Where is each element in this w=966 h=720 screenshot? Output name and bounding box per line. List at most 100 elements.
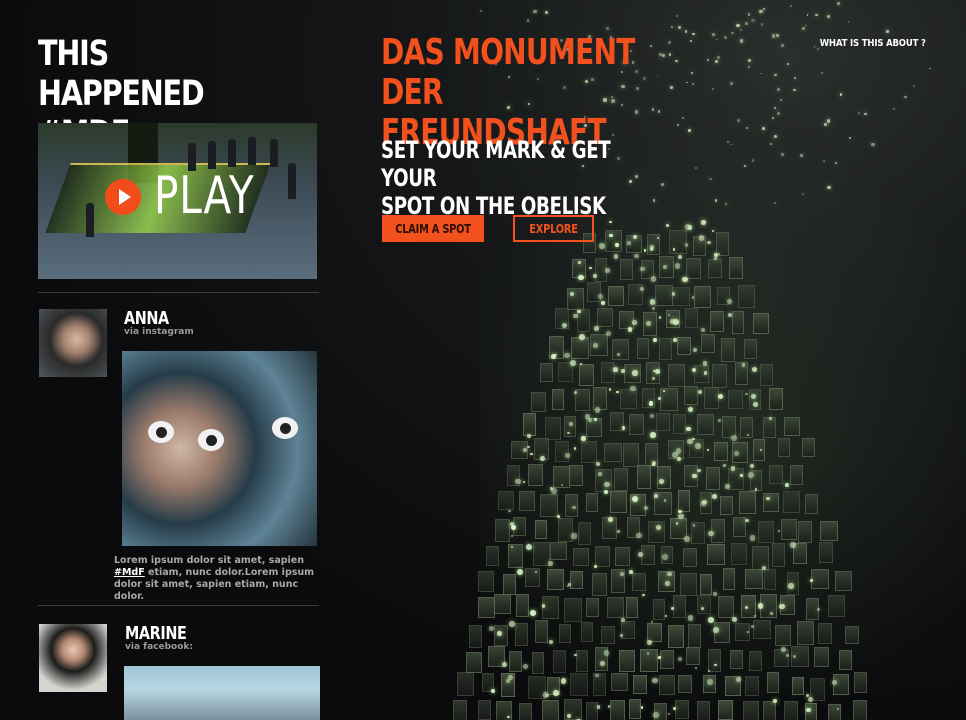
obelisk-tile	[609, 491, 627, 514]
post-author[interactable]: ANNA	[124, 309, 169, 329]
obelisk-light	[735, 677, 741, 683]
obelisk-tile	[697, 594, 711, 615]
obelisk-tile	[694, 286, 711, 309]
obelisk-tile	[477, 596, 496, 619]
obelisk-light	[805, 24, 808, 27]
post-photo[interactable]	[122, 351, 317, 546]
obelisk-light	[613, 367, 618, 372]
obelisk-tile	[468, 624, 483, 649]
obelisk-light	[654, 494, 658, 499]
obelisk-light	[659, 478, 665, 484]
obelisk-light	[626, 241, 631, 246]
obelisk-light	[700, 606, 704, 610]
hashtag-link[interactable]: #MdF	[114, 567, 145, 578]
obelisk-tile	[696, 701, 710, 720]
obelisk-tile	[783, 416, 800, 436]
obelisk-light	[642, 593, 645, 597]
obelisk-light	[511, 534, 514, 537]
obelisk-tile	[619, 388, 638, 410]
obelisk-light	[745, 126, 748, 130]
obelisk-tile	[676, 337, 691, 356]
obelisk-tile	[705, 467, 720, 491]
obelisk-tile	[493, 594, 512, 614]
obelisk-light	[607, 705, 611, 708]
post-author[interactable]: MARINE	[125, 624, 187, 644]
obelisk-tile	[652, 598, 666, 620]
obelisk-light	[545, 693, 549, 697]
obelisk-light	[515, 478, 521, 485]
obelisk-tile	[686, 257, 702, 279]
avatar[interactable]	[39, 624, 107, 692]
obelisk-light	[692, 524, 696, 527]
obelisk-tile	[744, 569, 763, 589]
obelisk-tile	[768, 387, 784, 410]
obelisk-tile	[710, 310, 725, 332]
divider	[38, 292, 319, 293]
obelisk-light	[545, 10, 549, 14]
play-icon[interactable]	[105, 179, 141, 215]
obelisk-tile	[572, 547, 590, 567]
video-player[interactable]: PLAY	[38, 123, 317, 279]
obelisk-light	[564, 352, 570, 358]
obelisk-light	[703, 371, 708, 375]
obelisk-tile	[749, 651, 763, 672]
claim-spot-label: CLAIM A SPOT	[395, 221, 471, 236]
obelisk-light	[553, 353, 557, 357]
obelisk-light	[595, 673, 599, 678]
obelisk-light	[688, 129, 691, 132]
obelisk-light	[653, 712, 659, 718]
obelisk-tile	[531, 651, 545, 675]
obelisk-light	[609, 233, 613, 238]
obelisk-light	[657, 655, 661, 659]
obelisk-tile	[819, 520, 838, 542]
obelisk-tile	[607, 286, 625, 306]
obelisk-tile	[620, 621, 635, 640]
video-person	[228, 139, 236, 167]
obelisk-light	[807, 696, 813, 702]
explore-button[interactable]: EXPLORE	[513, 215, 594, 242]
obelisk-tile	[791, 676, 805, 695]
obelisk-light	[630, 385, 636, 392]
obelisk-tile	[478, 570, 494, 592]
obelisk-tile	[615, 546, 631, 567]
obelisk-light	[672, 292, 676, 296]
obelisk-light	[781, 153, 785, 156]
hero-subtitle-line-1: SET YOUR MARK & GET YOUR	[381, 136, 611, 192]
obelisk-light	[687, 615, 694, 621]
video-person	[288, 163, 296, 199]
caption-text: etiam, nunc dolor.Lorem ipsum dolor sit …	[114, 567, 315, 602]
obelisk-tile	[619, 310, 634, 329]
obelisk-light	[548, 561, 553, 567]
claim-spot-button[interactable]: CLAIM A SPOT	[382, 215, 484, 242]
obelisk-tile	[696, 413, 714, 435]
obelisk-light	[569, 291, 575, 296]
obelisk-tile	[611, 338, 629, 360]
obelisk-tile	[744, 676, 760, 697]
obelisk-light	[726, 140, 729, 143]
obelisk-tile	[707, 543, 726, 565]
obelisk-light	[510, 545, 513, 548]
obelisk-tile	[567, 287, 585, 311]
obelisk-tile	[581, 621, 594, 642]
obelisk-tile	[551, 389, 565, 410]
about-link[interactable]: WHAT IS THIS ABOUT ?	[820, 38, 926, 49]
obelisk-tile	[545, 416, 561, 440]
photo-detail	[198, 429, 224, 451]
obelisk-light	[686, 426, 691, 432]
video-person	[86, 203, 94, 237]
obelisk-tile	[605, 230, 623, 252]
obelisk-tile	[570, 337, 589, 360]
post-photo[interactable]	[124, 666, 320, 720]
play-label[interactable]: PLAY	[154, 169, 254, 223]
obelisk-tile	[508, 651, 522, 673]
obelisk-light	[740, 473, 743, 477]
obelisk-tile	[673, 413, 686, 434]
obelisk-light	[534, 570, 537, 573]
obelisk-tile	[674, 700, 690, 719]
obelisk-light	[717, 419, 721, 423]
obelisk-tile	[716, 231, 730, 256]
obelisk-light	[516, 568, 523, 575]
avatar[interactable]	[39, 309, 107, 377]
hero-subtitle: SET YOUR MARK & GET YOUR SPOT ON THE OBE…	[381, 136, 639, 220]
obelisk-tile	[523, 413, 536, 437]
